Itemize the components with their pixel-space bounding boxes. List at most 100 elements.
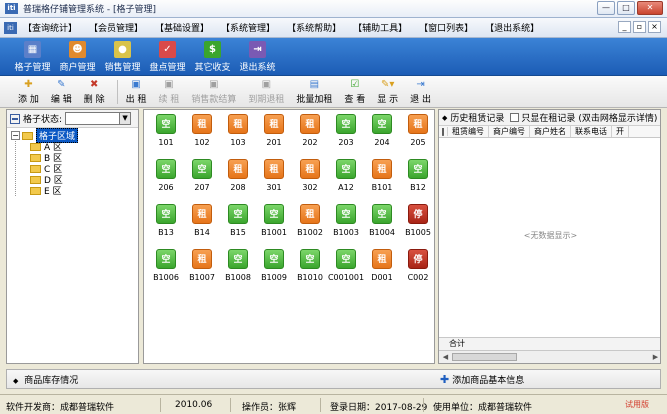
booth-cell[interactable]: 租 103 (218, 114, 258, 147)
booth-status-tile[interactable]: 空 (192, 159, 212, 179)
booth-cell[interactable]: 空 B1003 (326, 204, 366, 237)
inventory-management-button[interactable]: ✓ 盘点管理 (145, 38, 190, 73)
booth-cell[interactable]: 租 208 (218, 159, 258, 192)
menu-tools[interactable]: 【辅助工具】 (353, 21, 407, 34)
grid-management-button[interactable]: ▦ 格子管理 (10, 38, 55, 73)
settle-button[interactable]: ▣ 销售款结算 (191, 76, 236, 105)
renew-button[interactable]: ▣ 续 租 (159, 76, 180, 105)
column-phone[interactable]: 联系电话 (571, 126, 612, 137)
booth-status-tile[interactable]: 租 (192, 114, 212, 134)
booth-status-tile[interactable]: 租 (300, 114, 320, 134)
scroll-right-icon[interactable]: ▶ (650, 352, 660, 362)
booth-status-tile[interactable]: 空 (228, 204, 248, 224)
horizontal-scrollbar[interactable]: ◀ ▶ (439, 350, 660, 363)
column-start[interactable]: 开 (612, 126, 629, 137)
display-button[interactable]: ✎▾ 显 示 (377, 76, 398, 105)
other-income-button[interactable]: $ 其它收支 (190, 38, 235, 73)
booth-cell[interactable]: 空 B1004 (362, 204, 402, 237)
maximize-button[interactable]: □ (617, 1, 635, 15)
booth-cell[interactable]: 空 204 (362, 114, 402, 147)
booth-cell[interactable]: 租 B1002 (290, 204, 330, 237)
booth-cell[interactable]: 空 B15 (218, 204, 258, 237)
booth-cell[interactable]: 租 D001 (362, 249, 402, 282)
merchant-management-button[interactable]: ☻ 商户管理 (55, 38, 100, 73)
booth-status-tile[interactable]: 空 (264, 204, 284, 224)
column-merchant-name[interactable]: 商户姓名 (530, 126, 571, 137)
column-merchant-id[interactable]: 商户编号 (489, 126, 530, 137)
booth-status-tile[interactable]: 空 (156, 204, 176, 224)
booth-cell[interactable]: 空 101 (146, 114, 186, 147)
collapse-icon[interactable] (10, 113, 20, 124)
add-button[interactable]: ✚ 添 加 (18, 76, 39, 105)
rent-button[interactable]: ▣ 出 租 (126, 76, 147, 105)
booth-status-tile[interactable]: 空 (156, 114, 176, 134)
booth-status-tile[interactable]: 空 (264, 249, 284, 269)
mdi-minimize-button[interactable]: _ (618, 21, 631, 33)
minimize-button[interactable]: — (597, 1, 615, 15)
booth-cell[interactable]: 空 B1009 (254, 249, 294, 282)
sales-management-button[interactable]: ● 销售管理 (100, 38, 145, 73)
booth-cell[interactable]: 租 102 (182, 114, 222, 147)
menu-basic-settings[interactable]: 【基础设置】 (155, 21, 209, 34)
booth-cell[interactable]: 停 C002 (398, 249, 438, 282)
booth-cell[interactable]: 空 B1008 (218, 249, 258, 282)
booth-status-tile[interactable]: 空 (336, 249, 356, 269)
booth-cell[interactable]: 租 205 (398, 114, 438, 147)
column-rental-id[interactable]: 租赁编号 (448, 126, 489, 137)
exit-system-button[interactable]: ⇥ 退出系统 (235, 38, 280, 73)
booth-status-tile[interactable]: 租 (300, 204, 320, 224)
add-product-link[interactable]: ✚ 添加商品基本信息 (440, 373, 524, 386)
booth-status-tile[interactable]: 租 (192, 204, 212, 224)
booth-status-tile[interactable]: 空 (300, 249, 320, 269)
menu-query-stats[interactable]: 【查询统计】 (23, 21, 77, 34)
booth-status-tile[interactable]: 空 (336, 204, 356, 224)
booth-status-tile[interactable]: 停 (408, 204, 428, 224)
booth-cell[interactable]: 空 203 (326, 114, 366, 147)
view-button[interactable]: ☑ 查 看 (344, 76, 365, 105)
edit-button[interactable]: ✎ 编 辑 (51, 76, 72, 105)
booth-cell[interactable]: 空 206 (146, 159, 186, 192)
booth-cell[interactable]: 租 B14 (182, 204, 222, 237)
booth-status-tile[interactable]: 租 (264, 159, 284, 179)
menu-member[interactable]: 【会员管理】 (89, 21, 143, 34)
booth-status-tile[interactable]: 空 (408, 159, 428, 179)
booth-status-tile[interactable]: 租 (372, 249, 392, 269)
booth-cell[interactable]: 空 207 (182, 159, 222, 192)
booth-cell[interactable]: 空 B1006 (146, 249, 186, 282)
delete-button[interactable]: ✖ 删 除 (84, 76, 105, 105)
close-button[interactable]: ✕ (637, 1, 663, 15)
booth-cell[interactable]: 空 B1010 (290, 249, 330, 282)
mdi-restore-button[interactable]: ▫ (633, 21, 646, 33)
booth-status-tile[interactable]: 租 (192, 249, 212, 269)
mdi-close-button[interactable]: × (648, 21, 661, 33)
booth-status-tile[interactable]: 租 (408, 114, 428, 134)
booth-cell[interactable]: 空 B12 (398, 159, 438, 192)
booth-cell[interactable]: 租 302 (290, 159, 330, 192)
booth-cell[interactable]: 空 B13 (146, 204, 186, 237)
menu-help[interactable]: 【系统帮助】 (287, 21, 341, 34)
chevron-down-icon[interactable]: ▼ (119, 113, 131, 124)
booth-status-tile[interactable]: 停 (408, 249, 428, 269)
tree-item-e[interactable]: E 区 (30, 185, 138, 197)
booth-cell[interactable]: 空 A12 (326, 159, 366, 192)
collapse-toggle-icon[interactable]: − (11, 131, 20, 140)
tree-root[interactable]: − 格子区域 (11, 128, 138, 143)
booth-status-tile[interactable]: 空 (372, 204, 392, 224)
booth-status-tile[interactable]: 空 (336, 114, 356, 134)
booth-cell[interactable]: 空 C001001 (326, 249, 366, 282)
booth-cell[interactable]: 空 B1001 (254, 204, 294, 237)
booth-status-tile[interactable]: 租 (264, 114, 284, 134)
quit-button[interactable]: ⇥ 退 出 (410, 76, 431, 105)
booth-cell[interactable]: 租 B101 (362, 159, 402, 192)
batch-rent-button[interactable]: ▤ 批量加租 (296, 76, 332, 105)
return-button[interactable]: ▣ 到期退租 (248, 76, 284, 105)
booth-status-tile[interactable]: 租 (300, 159, 320, 179)
booth-status-tile[interactable]: 空 (156, 249, 176, 269)
booth-status-tile[interactable]: 租 (372, 159, 392, 179)
booth-status-tile[interactable]: 租 (228, 114, 248, 134)
booth-status-tile[interactable]: 租 (228, 159, 248, 179)
status-select[interactable]: ▼ (65, 112, 132, 125)
active-only-checkbox[interactable] (510, 113, 520, 122)
booth-status-tile[interactable]: 空 (156, 159, 176, 179)
menu-window-list[interactable]: 【窗口列表】 (419, 21, 473, 34)
